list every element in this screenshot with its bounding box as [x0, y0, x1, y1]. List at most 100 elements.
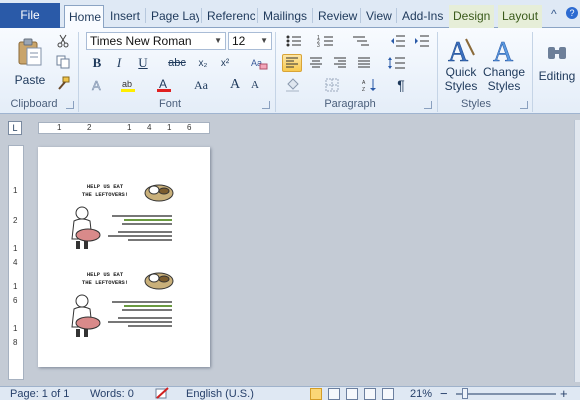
change-styles-icon: A: [493, 37, 515, 65]
word-count[interactable]: Words: 0: [90, 388, 134, 400]
tab-layout[interactable]: Layout: [498, 5, 543, 28]
align-center-button[interactable]: [306, 54, 326, 72]
styles-launcher-icon[interactable]: [520, 101, 528, 109]
print-layout-view-icon[interactable]: [310, 388, 322, 400]
multilevel-list-button[interactable]: [348, 32, 376, 50]
sort-button[interactable]: AZ: [360, 76, 380, 94]
document-page[interactable]: HELP US EAT THE LEFTOVERS! HELP US EAT T…: [38, 147, 210, 367]
svg-text:ab: ab: [122, 79, 132, 89]
flyer-2-details: [104, 299, 172, 327]
tab-page-layout[interactable]: Page Lay: [147, 5, 199, 28]
borders-button[interactable]: [318, 76, 346, 94]
zoom-in-button[interactable]: +: [560, 386, 568, 400]
outline-view-icon[interactable]: [364, 388, 376, 400]
superscript-button[interactable]: x²: [216, 54, 234, 72]
align-right-icon: [334, 57, 346, 68]
font-name-dropdown[interactable]: Times New Roman ▼: [86, 32, 226, 50]
change-styles-button[interactable]: A Change Styles: [482, 32, 526, 96]
align-left-button[interactable]: [282, 54, 302, 72]
tab-design[interactable]: Design: [449, 5, 495, 28]
bold-button[interactable]: B: [88, 54, 106, 72]
styles-group-label: Styles: [461, 98, 491, 110]
underline-button[interactable]: U: [134, 54, 152, 72]
vertical-ruler[interactable]: 1 2 1 4 1 6 1 8: [8, 145, 24, 380]
paste-button[interactable]: Paste: [8, 32, 52, 92]
multilevel-list-icon: [353, 36, 369, 46]
scissors-icon: [57, 34, 69, 48]
zoom-slider-thumb[interactable]: [462, 388, 468, 399]
highlighter-icon: ab: [121, 79, 135, 92]
tab-references[interactable]: Referenc: [203, 5, 255, 28]
copy-button[interactable]: [54, 53, 72, 71]
tab-review[interactable]: Review: [314, 5, 361, 28]
clipboard-launcher-icon[interactable]: [66, 101, 74, 109]
tab-selector[interactable]: L: [8, 121, 22, 135]
format-painter-button[interactable]: [54, 74, 72, 92]
help-icon[interactable]: ?: [566, 7, 578, 19]
cut-button[interactable]: [54, 32, 72, 50]
quick-styles-button[interactable]: A Quick Styles: [442, 32, 480, 96]
decrease-indent-button[interactable]: [388, 32, 408, 50]
shrink-font-button[interactable]: A: [246, 76, 264, 94]
tab-home[interactable]: Home: [64, 5, 104, 29]
ruler-mark: 6: [187, 123, 192, 132]
zoom-slider-track[interactable]: [456, 393, 556, 395]
vertical-scrollbar[interactable]: [574, 120, 580, 382]
ruler-mark: 1: [57, 123, 62, 132]
svg-text:3: 3: [317, 43, 320, 48]
language-indicator[interactable]: English (U.S.): [186, 388, 254, 400]
minimize-ribbon-icon[interactable]: ^: [551, 7, 557, 21]
paragraph-launcher-icon[interactable]: [424, 101, 432, 109]
italic-button[interactable]: I: [110, 54, 128, 72]
tab-add-ins[interactable]: Add-Ins: [398, 5, 447, 28]
tab-insert[interactable]: Insert: [106, 5, 144, 28]
shading-button[interactable]: [282, 76, 308, 94]
paint-bucket-icon: [286, 78, 299, 92]
flyer-title-line-1: HELP US EAT: [86, 183, 124, 190]
show-formatting-button[interactable]: ¶: [392, 76, 410, 94]
bullets-button[interactable]: [282, 32, 308, 50]
tab-mailings[interactable]: Mailings: [259, 5, 311, 28]
flyer-title-line-1: HELP US EAT: [86, 271, 124, 278]
font-launcher-icon[interactable]: [262, 101, 270, 109]
tab-view[interactable]: View: [362, 5, 396, 28]
draft-view-icon[interactable]: [382, 388, 394, 400]
strikethrough-button[interactable]: abc: [166, 54, 188, 72]
line-spacing-button[interactable]: [384, 54, 410, 72]
flyer-title-line-2: THE LEFTOVERS!: [81, 279, 129, 286]
align-center-icon: [310, 57, 322, 68]
numbering-button[interactable]: 123: [314, 32, 340, 50]
ruler-mark: 6: [13, 296, 18, 305]
clear-formatting-button[interactable]: Aa: [248, 54, 270, 72]
ruler-mark: 2: [87, 123, 92, 132]
zoom-out-button[interactable]: −: [440, 386, 448, 400]
full-screen-reading-view-icon[interactable]: [328, 388, 340, 400]
paste-icon: [18, 38, 42, 66]
increase-indent-button[interactable]: [412, 32, 432, 50]
change-styles-label-2: Styles: [487, 79, 521, 93]
ruler-mark: 4: [147, 123, 152, 132]
svg-text:Z: Z: [362, 87, 365, 92]
font-color-button[interactable]: A: [154, 76, 178, 94]
tab-file[interactable]: File: [0, 3, 60, 28]
web-layout-view-icon[interactable]: [346, 388, 358, 400]
paste-label: Paste: [14, 73, 46, 87]
text-effects-button[interactable]: A: [88, 76, 110, 94]
highlight-button[interactable]: ab: [118, 76, 144, 94]
binoculars-icon: [548, 47, 566, 59]
line-spacing-icon: [388, 57, 405, 69]
font-size-dropdown[interactable]: 12 ▼: [228, 32, 272, 50]
page-count[interactable]: Page: 1 of 1: [10, 388, 69, 400]
grow-font-button[interactable]: A: [226, 76, 244, 94]
editing-button[interactable]: Editing: [536, 32, 578, 92]
change-styles-label: Change: [482, 65, 526, 79]
horizontal-ruler[interactable]: 1 2 1 4 1 6: [38, 122, 210, 134]
subscript-button[interactable]: x₂: [194, 54, 212, 72]
zoom-level[interactable]: 21%: [410, 388, 432, 400]
justify-button[interactable]: [354, 54, 374, 72]
proofing-icon[interactable]: [154, 387, 170, 400]
align-right-button[interactable]: [330, 54, 350, 72]
paragraph-group-label: Paragraph: [324, 98, 376, 110]
change-case-button[interactable]: Aa: [186, 76, 216, 94]
svg-text:A: A: [92, 78, 101, 93]
